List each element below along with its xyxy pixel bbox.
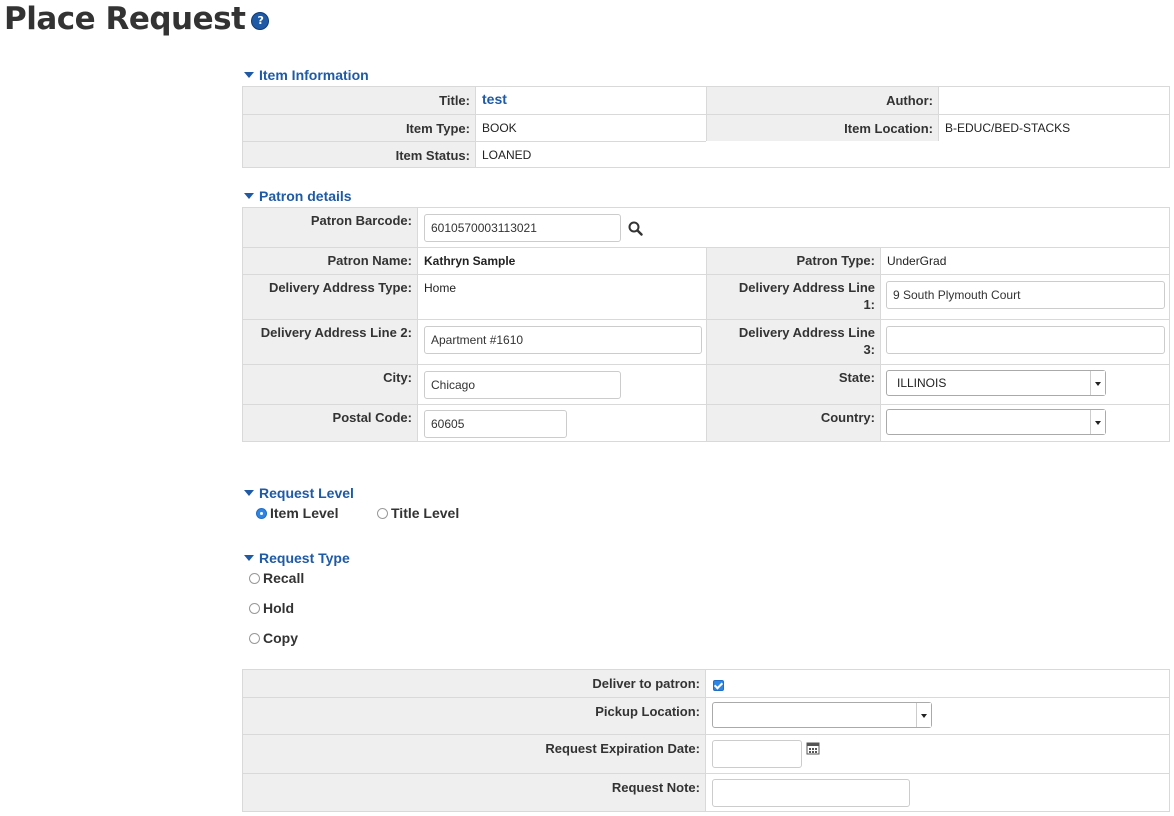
radio-icon[interactable] [249, 633, 260, 644]
delivery-address-line2-input[interactable]: Apartment #1610 [424, 326, 702, 354]
request-expiration-date-input[interactable] [712, 740, 802, 768]
delivery-address-line3-input[interactable] [886, 326, 1165, 354]
delivery-address-line3-label: Delivery Address Line 3: [706, 320, 881, 364]
calendar-icon[interactable] [806, 741, 820, 755]
state-label: State: [706, 365, 881, 404]
city-label: City: [243, 365, 418, 404]
item-status-label: Item Status: [243, 142, 476, 167]
radio-icon[interactable] [249, 573, 260, 584]
author-value [939, 87, 1169, 114]
patron-type-label: Patron Type: [706, 248, 881, 274]
deliver-to-patron-label: Deliver to patron: [243, 670, 706, 697]
request-expiration-date-label: Request Expiration Date: [243, 735, 706, 773]
item-type-value: BOOK [482, 121, 517, 135]
item-status-value: LOANED [482, 148, 532, 162]
state-select[interactable]: ILLINOIS [886, 370, 1106, 396]
request-type-toggle[interactable]: Request Type [244, 549, 350, 567]
author-label: Author: [706, 87, 939, 114]
patron-barcode-label: Patron Barcode: [243, 208, 418, 247]
delivery-address-line2-label: Delivery Address Line 2: [243, 320, 418, 364]
patron-type-value: UnderGrad [887, 254, 947, 268]
request-type-header: Request Type [259, 550, 350, 566]
title-link[interactable]: test [482, 91, 507, 107]
request-type-recall-option[interactable]: Recall [249, 569, 304, 587]
radio-icon[interactable] [377, 508, 388, 519]
caret-down-icon [244, 555, 254, 561]
item-information-header: Item Information [259, 67, 369, 83]
patron-details-header: Patron details [259, 188, 352, 204]
request-level-title-option[interactable]: Title Level [377, 504, 459, 522]
caret-down-icon [244, 193, 254, 199]
chevron-down-icon [916, 703, 931, 727]
country-label: Country: [706, 405, 881, 441]
title-value: test [476, 87, 706, 114]
item-information-toggle[interactable]: Item Information [244, 66, 369, 84]
city-input[interactable]: Chicago [424, 371, 621, 399]
chevron-down-icon [1090, 410, 1105, 434]
pickup-location-select[interactable] [712, 702, 932, 728]
request-level-item-option[interactable]: Item Level [256, 504, 338, 522]
page-title-text: Place Request [4, 1, 246, 37]
request-type-hold-option[interactable]: Hold [249, 599, 294, 617]
page-title: Place Request? [4, 0, 270, 38]
delivery-address-type-value: Home [424, 281, 457, 295]
item-information-panel: Title: test Author: Item Type: BOOK Item… [242, 86, 1170, 168]
request-note-label: Request Note: [243, 774, 706, 811]
request-level-toggle[interactable]: Request Level [244, 484, 354, 502]
postal-code-input[interactable]: 60605 [424, 410, 567, 438]
help-icon[interactable]: ? [251, 11, 270, 30]
patron-barcode-input[interactable]: 6010570003113021 [424, 214, 621, 242]
delivery-address-type-label: Delivery Address Type: [243, 275, 418, 319]
country-select[interactable] [886, 409, 1106, 435]
chevron-down-icon [1090, 371, 1105, 395]
pickup-location-label: Pickup Location: [243, 698, 706, 734]
delivery-address-line1-label: Delivery Address Line 1: [706, 275, 881, 319]
patron-details-panel: Patron Barcode: 6010570003113021 Patron … [242, 207, 1170, 442]
patron-name-value: Kathryn Sample [424, 254, 516, 268]
postal-code-label: Postal Code: [243, 405, 418, 441]
deliver-to-patron-checkbox[interactable] [713, 680, 724, 691]
caret-down-icon [244, 72, 254, 78]
search-icon[interactable] [628, 221, 643, 236]
radio-selected-icon[interactable] [256, 508, 267, 519]
item-location-label: Item Location: [706, 115, 939, 141]
request-type-copy-option[interactable]: Copy [249, 629, 298, 647]
delivery-panel: Deliver to patron: Pickup Location: Requ… [242, 669, 1170, 812]
patron-details-toggle[interactable]: Patron details [244, 187, 352, 205]
title-label: Title: [243, 87, 476, 114]
patron-name-label: Patron Name: [243, 248, 418, 274]
request-note-input[interactable] [712, 779, 910, 807]
request-level-header: Request Level [259, 485, 354, 501]
item-type-label: Item Type: [243, 115, 476, 141]
caret-down-icon [244, 490, 254, 496]
item-location-value: B-EDUC/BED-STACKS [945, 121, 1071, 135]
radio-icon[interactable] [249, 603, 260, 614]
delivery-address-line1-input[interactable]: 9 South Plymouth Court [886, 281, 1165, 309]
